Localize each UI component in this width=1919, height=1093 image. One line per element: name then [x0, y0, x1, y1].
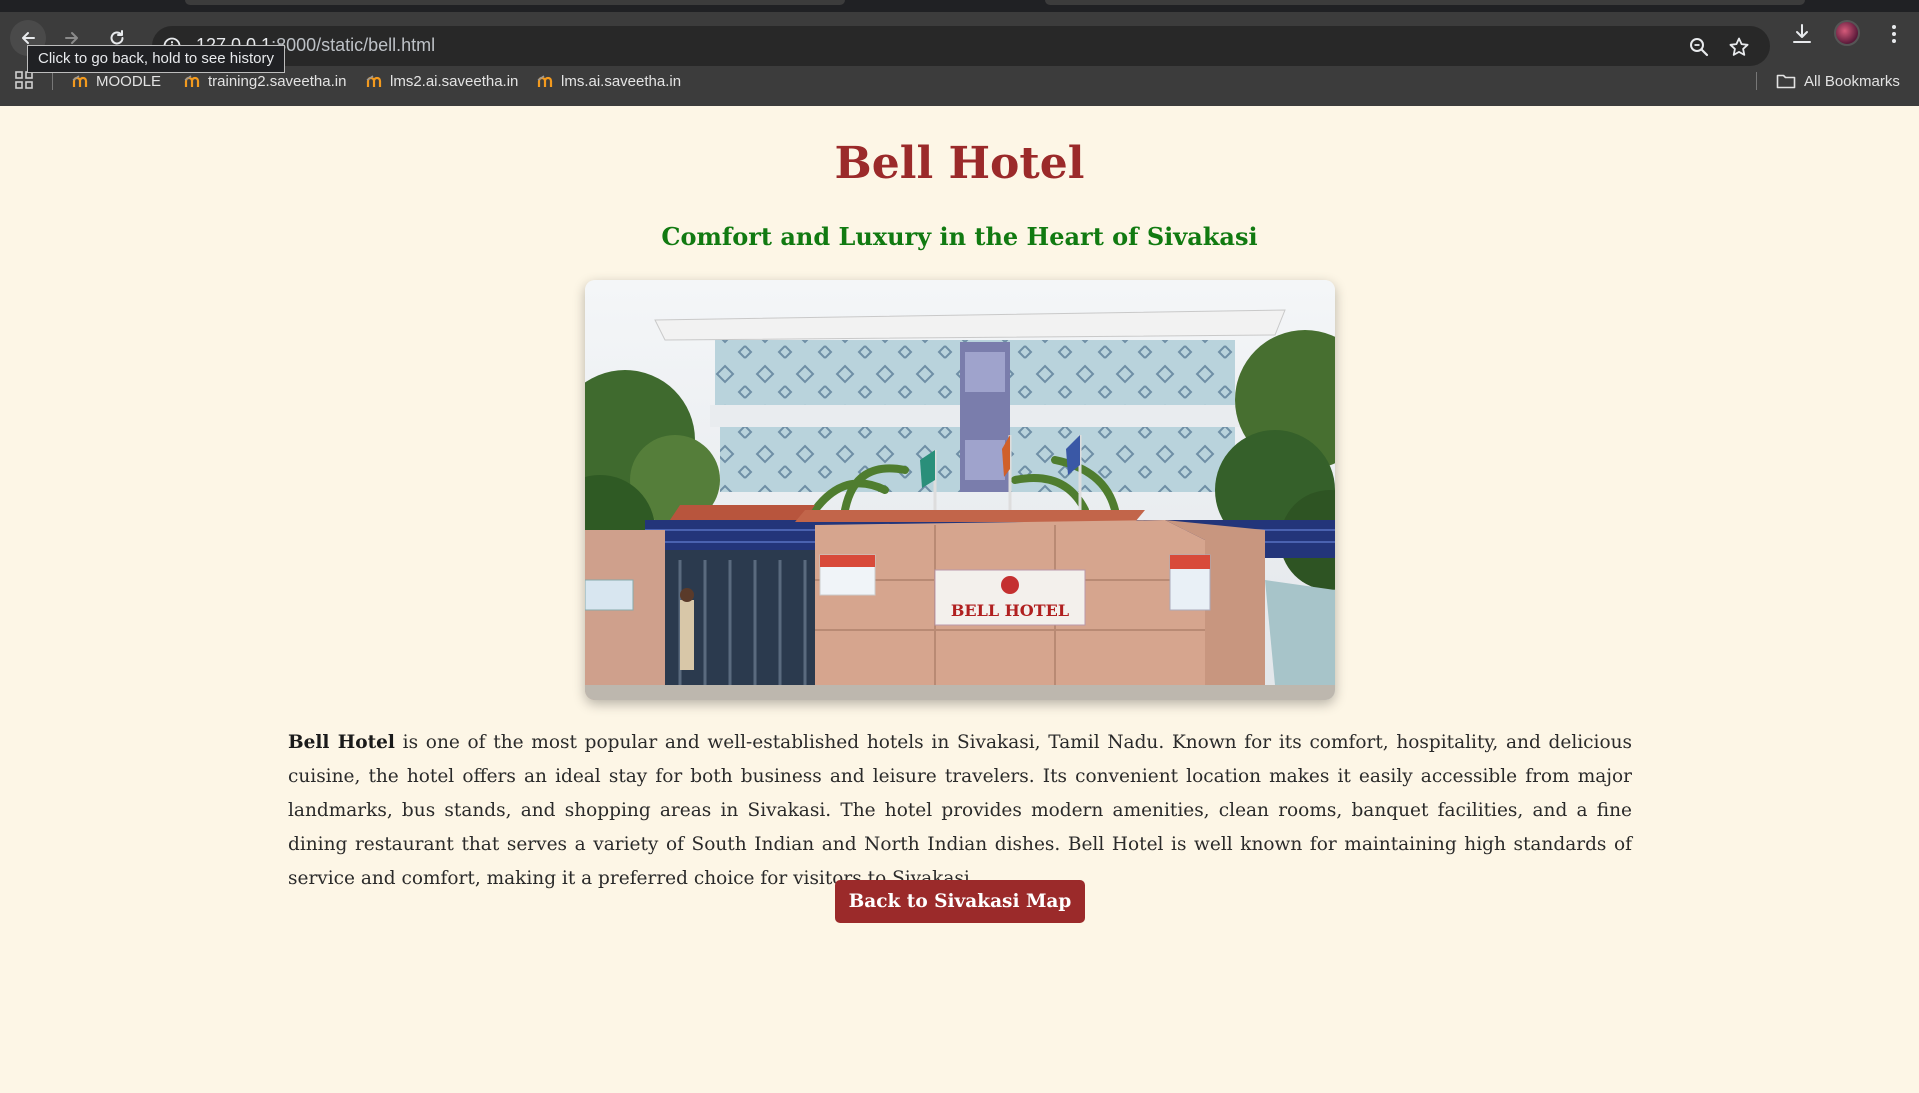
hotel-description: Bell Hotel is one of the most popular an…	[288, 726, 1632, 896]
description-text: is one of the most popular and well-esta…	[288, 732, 1632, 889]
bookmark-label: lms.ai.saveetha.in	[561, 72, 682, 90]
bookmarks-separator	[52, 72, 53, 90]
hotel-photo: BELL HOTEL	[585, 280, 1335, 700]
hotel-image: BELL HOTEL	[585, 280, 1335, 700]
page-content: Bell Hotel Comfort and Luxury in the Hea…	[0, 106, 1919, 1093]
download-icon[interactable]	[1790, 22, 1814, 46]
bookmarks-bar: MOODLE training2.saveetha.in lms2.ai.sav…	[0, 62, 1919, 102]
description-bold: Bell Hotel	[288, 732, 395, 753]
folder-icon	[1776, 74, 1796, 89]
browser-chrome: 127.0.0.1:8000/static/bell.html MOODLE t…	[0, 0, 1919, 106]
profile-avatar[interactable]	[1834, 20, 1860, 46]
url-path: :8000/static/bell.html	[271, 35, 436, 55]
menu-dots-icon[interactable]	[1882, 22, 1906, 46]
bookmarks-separator	[1756, 72, 1757, 90]
star-icon[interactable]	[1728, 36, 1750, 58]
bookmark-label: lms2.ai.saveetha.in	[390, 72, 519, 90]
moodle-icon	[72, 75, 88, 87]
all-bookmarks-label: All Bookmarks	[1804, 72, 1900, 90]
moodle-icon	[366, 75, 382, 87]
all-bookmarks-button[interactable]: All Bookmarks	[1776, 68, 1900, 94]
moodle-icon	[184, 75, 200, 87]
back-tooltip: Click to go back, hold to see history	[27, 45, 285, 73]
bookmark-lms2[interactable]: lms2.ai.saveetha.in	[366, 68, 518, 94]
hotel-sign-text: BELL HOTEL	[951, 601, 1069, 620]
tab[interactable]	[185, 0, 845, 5]
page-title: Bell Hotel	[834, 138, 1085, 189]
back-to-map-button[interactable]: Back to Sivakasi Map	[835, 880, 1085, 923]
toolbar: 127.0.0.1:8000/static/bell.html	[0, 12, 1919, 66]
moodle-icon	[537, 75, 553, 87]
bookmark-label: training2.saveetha.in	[208, 72, 347, 90]
page-subtitle: Comfort and Luxury in the Heart of Sivak…	[661, 222, 1258, 251]
zoom-icon[interactable]	[1688, 36, 1710, 58]
tab[interactable]	[1045, 0, 1805, 5]
apps-grid-icon[interactable]	[14, 70, 34, 90]
address-bar[interactable]: 127.0.0.1:8000/static/bell.html	[152, 26, 1770, 66]
bookmark-label: MOODLE	[96, 72, 162, 90]
bookmark-lms[interactable]: lms.ai.saveetha.in	[537, 68, 681, 94]
